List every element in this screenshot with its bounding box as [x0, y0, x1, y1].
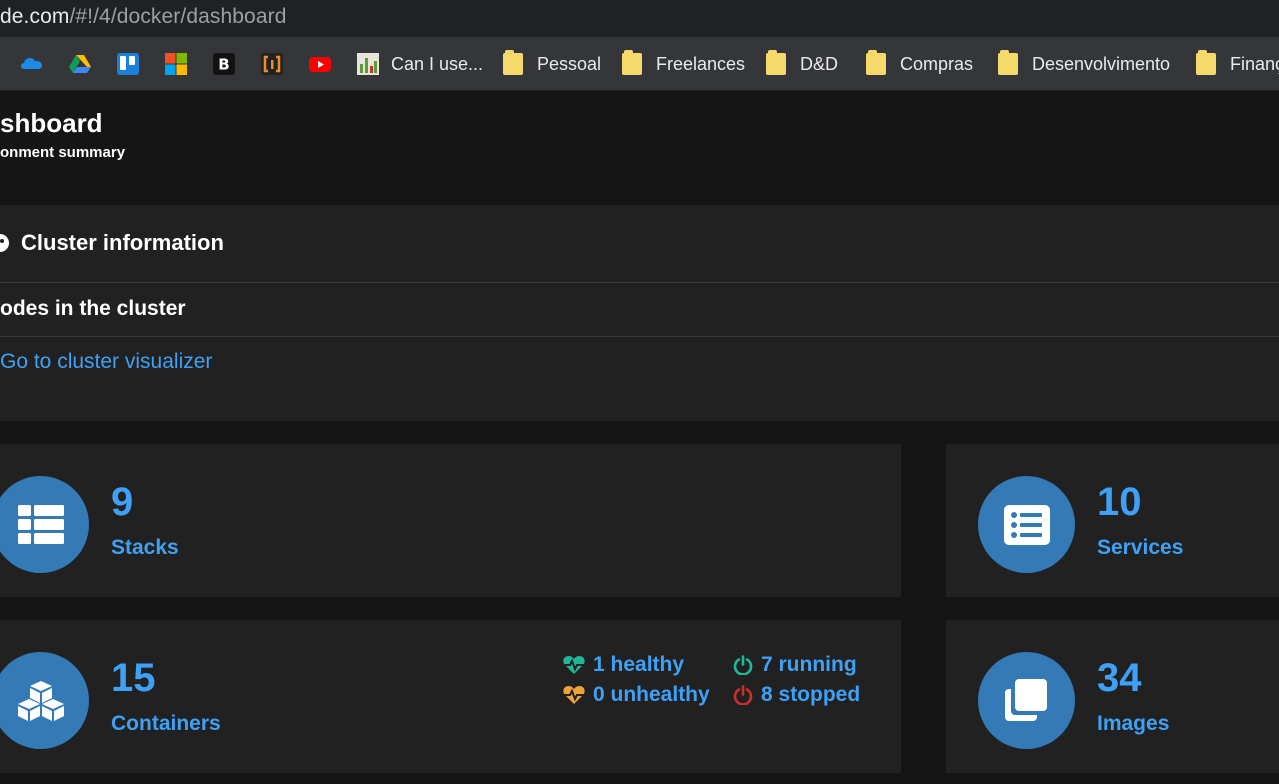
services-card[interactable]: 10 Services: [946, 444, 1279, 597]
folder-icon: [866, 50, 886, 75]
containers-card[interactable]: 15 Containers 1 healthy 0 unhealthy 7 ru…: [0, 620, 901, 773]
folder-icon: [998, 50, 1018, 75]
page-title: shboard: [0, 108, 103, 138]
services-count: 10: [1097, 480, 1142, 524]
bookmark-folder-dnd[interactable]: D&D: [766, 37, 838, 91]
bookmark-label: Finanç: [1230, 53, 1279, 74]
bookmark-label: Pessoal: [537, 53, 602, 74]
bookmark-b-app[interactable]: B: [212, 37, 236, 91]
page-subtitle: onment summary: [0, 144, 126, 161]
cluster-info-header: Cluster information: [0, 205, 1279, 283]
url-text[interactable]: de.com/#!/4/docker/dashboard: [0, 5, 286, 29]
heartbeat-warning-icon: [563, 686, 585, 704]
google-drive-icon: [69, 55, 91, 73]
stacks-icon-circle: [0, 476, 89, 573]
onedrive-icon: [21, 58, 42, 69]
stacks-count: 9: [111, 480, 134, 524]
bookmark-onedrive[interactable]: [20, 37, 44, 91]
list-icon: [1003, 504, 1050, 545]
svg-text:B: B: [218, 56, 229, 74]
services-icon-circle: [978, 476, 1075, 573]
bookmark-folder-desenvolvimento[interactable]: Desenvolvimento: [998, 37, 1170, 91]
cluster-nodes-row: odes in the cluster: [0, 284, 1279, 337]
trello-icon: [117, 53, 139, 75]
bookmark-folder-compras[interactable]: Compras: [866, 37, 973, 91]
cluster-icon: [0, 234, 9, 252]
healthy-status[interactable]: 1 healthy: [563, 653, 684, 677]
images-count: 34: [1097, 656, 1142, 700]
bookmark-youtube[interactable]: [308, 37, 332, 91]
power-off-icon: [733, 685, 753, 705]
bookmark-folder-freelances[interactable]: Freelances: [622, 37, 745, 91]
bookmark-bracket-app[interactable]: [260, 37, 284, 91]
containers-label: Containers: [111, 712, 221, 735]
bookmark-folder-pessoal[interactable]: Pessoal: [503, 37, 601, 91]
folder-icon: [503, 50, 523, 75]
bookmark-label: Desenvolvimento: [1032, 53, 1171, 74]
unhealthy-text: 0 unhealthy: [593, 683, 710, 706]
bookmark-label: D&D: [800, 53, 839, 74]
stopped-text: 8 stopped: [761, 683, 861, 706]
power-on-icon: [733, 655, 753, 675]
cluster-nodes-text: odes in the cluster: [0, 297, 186, 320]
stack-table-icon: [17, 504, 64, 544]
bookmark-label: Freelances: [656, 53, 746, 74]
containers-icon-circle: [0, 652, 89, 749]
images-card[interactable]: 34 Images: [946, 620, 1279, 773]
b-app-icon: B: [213, 53, 235, 75]
bookmark-folder-financas[interactable]: Finanç: [1196, 37, 1279, 91]
bookmarks-bar: B Can I use... Pessoal Freelances D&D Co…: [0, 37, 1279, 91]
bookmark-microsoft[interactable]: [164, 37, 188, 91]
images-icon-circle: [978, 652, 1075, 749]
running-status[interactable]: 7 running: [733, 653, 857, 677]
stopped-status[interactable]: 8 stopped: [733, 683, 860, 707]
images-label: Images: [1097, 712, 1170, 735]
cubes-icon: [17, 680, 64, 721]
running-text: 7 running: [761, 653, 857, 676]
url-host: de.com: [0, 5, 70, 28]
caniuse-icon: [357, 53, 379, 75]
cluster-visualizer-link[interactable]: Go to cluster visualizer: [0, 350, 212, 374]
bookmark-caniuse[interactable]: Can I use...: [356, 37, 483, 91]
bookmark-google-drive[interactable]: [68, 37, 92, 91]
stacks-label: Stacks: [111, 536, 179, 559]
cluster-info-panel: Cluster information odes in the cluster …: [0, 205, 1279, 421]
folder-icon: [622, 50, 642, 75]
bookmark-label: Can I use...: [391, 53, 484, 74]
folder-icon: [766, 50, 786, 75]
copy-icon: [1004, 678, 1047, 721]
bookmark-label: Compras: [900, 53, 974, 74]
healthy-text: 1 healthy: [593, 653, 685, 676]
bracket-app-icon: [261, 53, 283, 75]
containers-count: 15: [111, 656, 156, 700]
microsoft-icon: [165, 53, 187, 75]
heartbeat-icon: [563, 656, 585, 674]
unhealthy-status[interactable]: 0 unhealthy: [563, 683, 710, 707]
bookmark-trello[interactable]: [116, 37, 140, 91]
services-label: Services: [1097, 536, 1184, 559]
url-path: /#!/4/docker/dashboard: [69, 5, 287, 28]
address-bar[interactable]: de.com/#!/4/docker/dashboard: [0, 0, 1279, 37]
youtube-icon: [309, 57, 331, 72]
cluster-info-title: Cluster information: [21, 230, 224, 255]
folder-icon: [1196, 50, 1216, 75]
stacks-card[interactable]: 9 Stacks: [0, 444, 901, 597]
